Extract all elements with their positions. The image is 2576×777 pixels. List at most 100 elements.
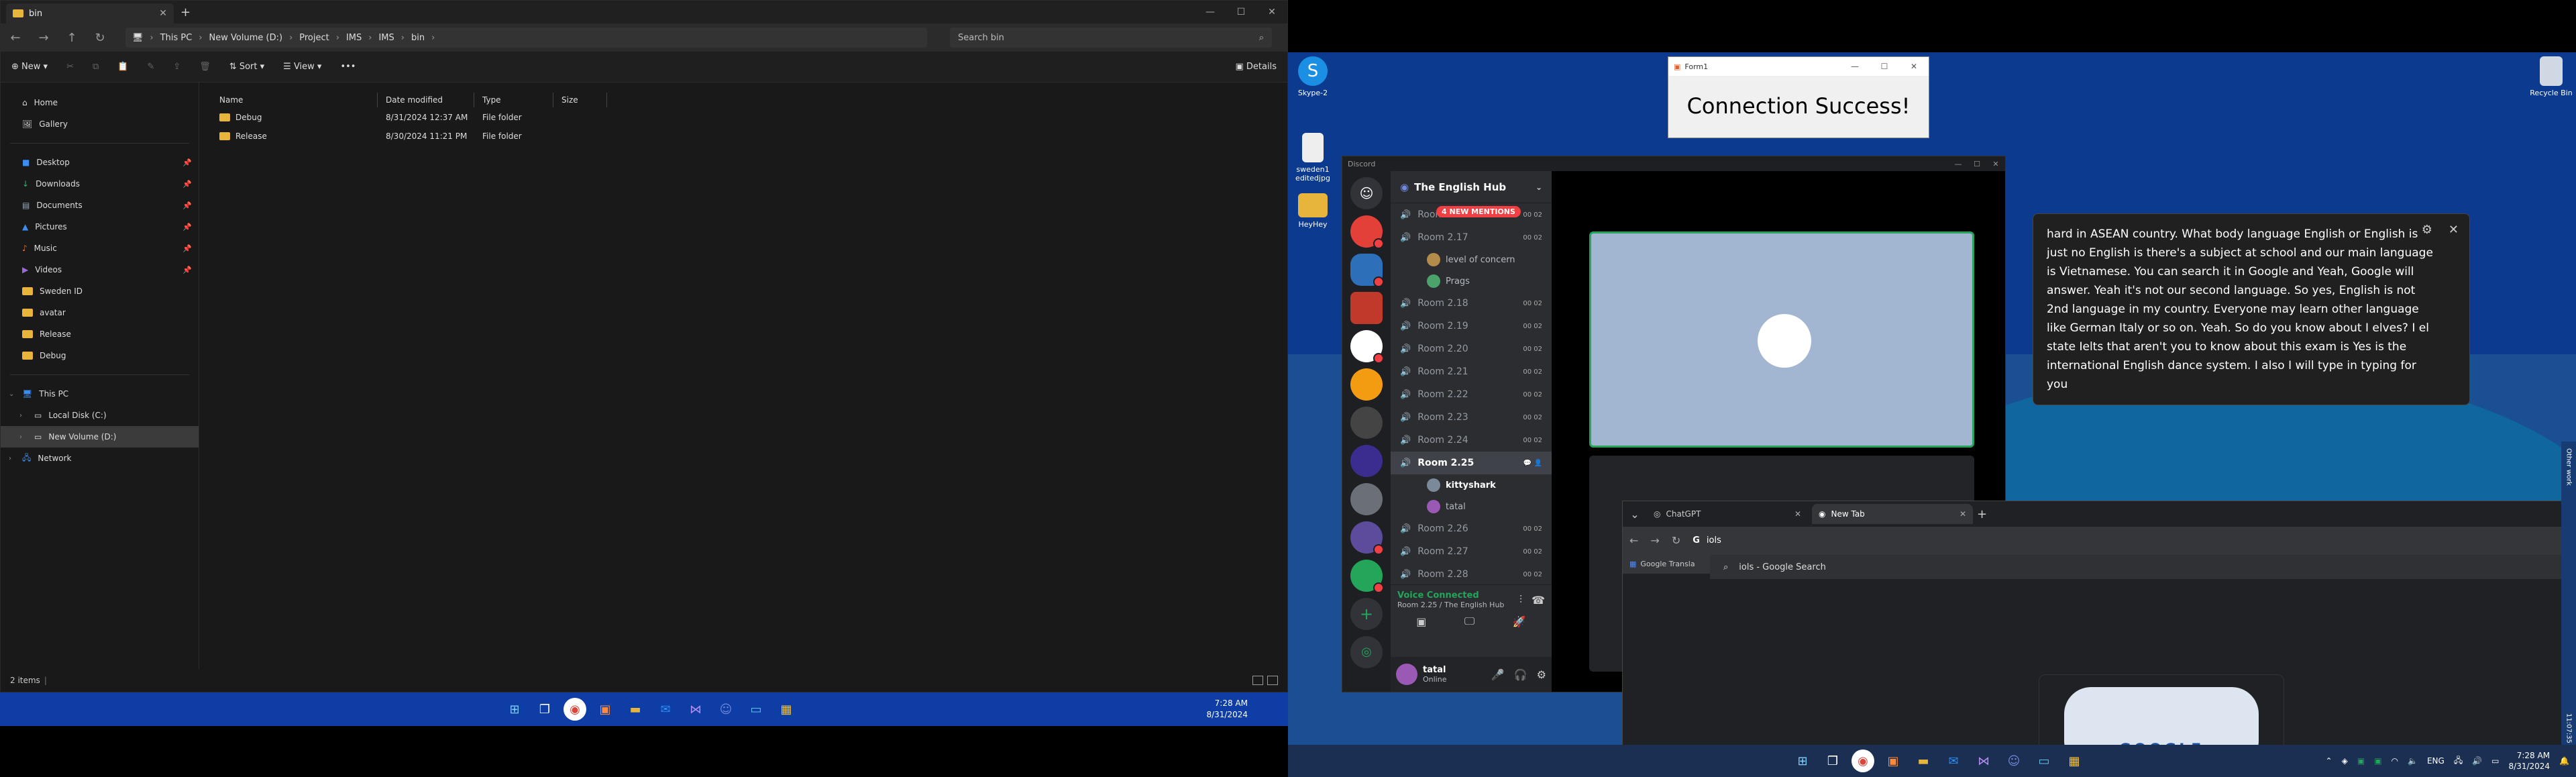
desktop-icon-image[interactable]: sweden1 editedjpg <box>1289 133 1336 183</box>
nav-item-new-volume[interactable]: › ▭ New Volume (D:) <box>1 426 199 448</box>
server-icon[interactable] <box>1350 483 1383 515</box>
minimize-button[interactable]: — <box>1195 7 1226 17</box>
search-input[interactable]: Search bin ⌕ <box>950 28 1272 48</box>
gear-icon[interactable]: ⚙ <box>1537 668 1546 681</box>
nav-item-videos[interactable]: ▶ Videos 📌 <box>1 259 199 280</box>
chevron-right-icon[interactable]: › <box>431 33 435 43</box>
nav-item-local-disk[interactable]: › ▭ Local Disk (C:) <box>1 405 199 426</box>
share-icon[interactable]: ⇪ <box>173 62 180 72</box>
file-row[interactable]: Release 8/30/2024 11:21 PM File folder <box>211 127 1287 146</box>
voice-channel-path[interactable]: Room 2.25 / The English Hub <box>1397 601 1504 609</box>
clock[interactable]: 7:28 AM 8/31/2024 <box>1206 698 1248 721</box>
battery-icon[interactable]: ▭ <box>2491 756 2499 766</box>
desktop-icon-recycle-bin[interactable]: Recycle Bin <box>2528 56 2575 97</box>
task-view-icon[interactable]: ❐ <box>1821 749 1844 772</box>
google-doodle[interactable]: GOOGLE <box>2039 674 2284 745</box>
voice-channel[interactable]: 🔊 Room 2.18 00 02 <box>1391 292 1552 315</box>
chrome-icon[interactable]: ◉ <box>1851 749 1874 772</box>
maximize-button[interactable]: ☐ <box>1226 7 1256 17</box>
activity-icon[interactable]: 🚀 <box>1513 615 1526 628</box>
disconnect-icon[interactable]: ☎ <box>1532 594 1545 607</box>
desktop-icon-folder[interactable]: HeyHey <box>1289 193 1336 229</box>
breadcrumb-item[interactable]: IMS <box>346 33 362 43</box>
server-icon[interactable] <box>1350 292 1383 324</box>
nav-item-folder[interactable]: Release <box>1 323 199 345</box>
avatar[interactable] <box>1396 664 1417 685</box>
notification-bell-icon[interactable]: 🔔 <box>2559 756 2569 766</box>
app-tray-icon[interactable]: ▣ <box>2357 756 2365 766</box>
close-tab-icon[interactable]: ✕ <box>1960 509 1966 519</box>
file-explorer-icon[interactable]: ▬ <box>1912 749 1935 772</box>
app-icon[interactable]: ▦ <box>2063 749 2086 772</box>
voice-channel[interactable]: 🔊 Room 2.24 00 02 <box>1391 429 1552 452</box>
nav-item-folder[interactable]: avatar <box>1 302 199 323</box>
nav-item-network[interactable]: › 🖧 Network <box>1 448 199 469</box>
column-header-size[interactable]: Size <box>553 93 607 107</box>
voice-channel[interactable]: 🔊 Room 2.20 00 02 <box>1391 338 1552 360</box>
voice-channel[interactable]: 🔊 Room 2.19 00 02 <box>1391 315 1552 338</box>
visual-studio-icon[interactable]: ⋈ <box>1972 749 1995 772</box>
column-header-date[interactable]: Date modified <box>378 93 474 107</box>
app-icon[interactable]: ▣ <box>1882 749 1904 772</box>
server-icon[interactable] <box>1350 560 1384 593</box>
camera-icon[interactable]: ▣ <box>1416 615 1426 628</box>
desktop-icon-skype[interactable]: S Skype-2 <box>1289 56 1336 97</box>
headphones-icon[interactable]: 🎧 <box>1514 668 1527 681</box>
view-button[interactable]: ☰ View ▾ <box>283 62 321 72</box>
chevron-right-icon[interactable]: › <box>9 455 11 462</box>
nav-item-pictures[interactable]: ▲ Pictures 📌 <box>1 216 199 238</box>
app-icon[interactable]: ▭ <box>2033 749 2055 772</box>
screen-share-icon[interactable]: 🖵 <box>1464 615 1474 628</box>
details-view-icon[interactable] <box>1252 676 1263 685</box>
sort-button[interactable]: ⇅ Sort ▾ <box>229 62 264 72</box>
maximize-button[interactable]: ☐ <box>1968 160 1986 168</box>
side-widget-strip[interactable]: Other work 11:07:35 <box>2561 442 2576 745</box>
cut-icon[interactable]: ✂ <box>66 62 74 72</box>
app-icon[interactable]: ▭ <box>745 698 767 721</box>
discord-home-icon[interactable]: ☺ <box>1350 177 1383 209</box>
clock[interactable]: 7:28 AM 8/31/2024 <box>2509 750 2551 772</box>
volume-icon[interactable]: 🔈 <box>2408 756 2418 766</box>
tab-search-icon[interactable]: ⌄ <box>1627 508 1643 521</box>
server-icon[interactable] <box>1350 407 1383 439</box>
tiles-view-icon[interactable] <box>1267 676 1278 685</box>
server-icon[interactable] <box>1350 445 1383 477</box>
nav-item-gallery[interactable]: 🖼 Gallery <box>1 113 199 135</box>
column-header-type[interactable]: Type <box>474 93 553 107</box>
voice-user[interactable]: Prags <box>1391 270 1552 292</box>
explorer-tab[interactable]: bin ✕ <box>6 3 174 23</box>
microphone-icon[interactable]: 🎤 <box>1491 668 1505 681</box>
close-button[interactable]: ✕ <box>1986 160 2005 168</box>
minimize-button[interactable]: — <box>1949 160 1968 168</box>
back-arrow-icon[interactable]: ← <box>7 31 23 45</box>
network-icon[interactable]: 🖧 <box>2454 754 2463 768</box>
nav-item-documents[interactable]: ▤ Documents 📌 <box>1 195 199 216</box>
close-button[interactable]: ✕ <box>1899 62 1929 71</box>
new-button[interactable]: ⊕ New ▾ <box>11 62 48 72</box>
chevron-up-icon[interactable]: ⌃ <box>2326 756 2332 766</box>
voice-channel[interactable]: 🔊 Room 2.22 00 02 <box>1391 383 1552 406</box>
channel-actions[interactable]: 💬 👤 <box>1523 460 1542 467</box>
address-bar[interactable]: 🖥 › This PC › New Volume (D:) › Project … <box>125 28 927 48</box>
voice-user[interactable]: tatal <box>1391 496 1552 517</box>
outlook-icon[interactable]: ✉ <box>654 698 677 721</box>
more-options-icon[interactable]: ••• <box>340 62 356 72</box>
app-icon[interactable]: ▦ <box>775 698 798 721</box>
server-icon[interactable] <box>1350 521 1384 555</box>
voice-channel[interactable]: 🔊 Room 2.23 00 02 <box>1391 406 1552 429</box>
nav-item-this-pc[interactable]: ⌄ 🖥 This PC <box>1 383 199 405</box>
outlook-icon[interactable]: ✉ <box>1942 749 1965 772</box>
voice-channel[interactable]: 🔊 Room 2.28 00 02 <box>1391 563 1552 586</box>
close-tab-icon[interactable]: ✕ <box>159 8 167 19</box>
voice-channel[interactable]: 🔊 Room 2.17 00 02 <box>1391 226 1552 249</box>
breadcrumb-item[interactable]: This PC <box>160 33 193 43</box>
close-button[interactable]: ✕ <box>1256 7 1287 17</box>
reload-icon[interactable]: ↻ <box>1672 534 1680 547</box>
new-mentions-pill[interactable]: 4 NEW MENTIONS <box>1436 206 1521 217</box>
app-tray-icon[interactable]: ◈ <box>2342 756 2348 766</box>
gear-icon[interactable]: ⚙ <box>2422 221 2432 240</box>
tab-new-tab[interactable]: ◉ New Tab ✕ <box>1812 504 1973 524</box>
discord-icon[interactable]: ☺ <box>2002 749 2025 772</box>
forward-arrow-icon[interactable]: → <box>36 31 52 45</box>
start-icon[interactable]: ⊞ <box>1791 749 1814 772</box>
